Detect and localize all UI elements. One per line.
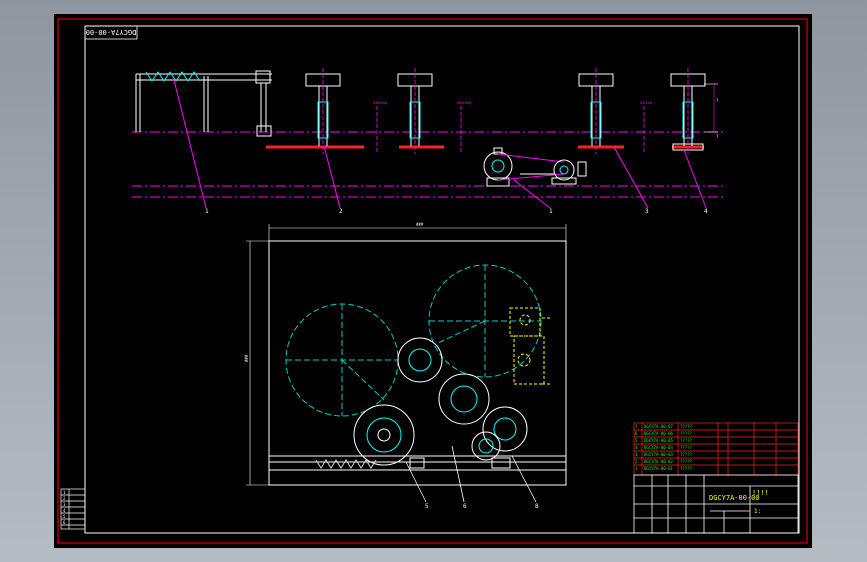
leader-1 [173,79,207,209]
parts-row-code: DGCY7A-00-02 [644,459,673,464]
parts-row-no: 3 [635,452,638,457]
cad-drawing: DGCY7A-00-00 xxxxxx xxxxxx xxxxx ? ? 1 2… [57,18,808,544]
revision-row: 1 [63,490,66,495]
balloon-top-5: 4 [704,208,708,215]
drive-unit-yellow [509,307,550,385]
balloon-bottom-8: 8 [535,503,539,510]
revision-row: 4 [63,508,66,513]
parts-row-code: DGCY7A-00-05 [644,438,673,443]
parts-row-name: ????? [680,466,693,471]
motor-gearbox [483,147,587,187]
balloon-bottom-6: 6 [463,503,467,510]
screw-conveyor-assembly [135,70,272,137]
parts-rows: 7 DGCY7A-00-07 ????? 6 DGCY7A-00-06 ????? 5 DGC… [635,424,693,471]
balloon-top-3: 1 [549,208,553,215]
parts-row-no: 7 [635,424,638,429]
revision-row: 3 [63,502,66,507]
dimension-label-1: ? [716,98,719,103]
parts-row-code: DGCY7A-00-06 [644,431,673,436]
parts-row-name: ????? [680,424,693,429]
parts-row-no: 4 [635,445,638,450]
parts-row-no: 5 [635,438,638,443]
parts-row-code: DGCY7A-00-03 [644,452,673,457]
dimension-label-2: ? [716,134,719,139]
balloon-top-4: 3 [645,208,649,215]
roller-stands [305,73,706,151]
revision-row: 6 [63,520,66,525]
reel-outlines [285,264,542,417]
parts-row-code: DGCY7A-00-07 [644,424,673,429]
balloon-top-2: 2 [339,208,343,215]
parts-row-no: 6 [635,431,638,436]
stamp-text: DGCY7A-00-00 [86,28,137,36]
drawing-sheet: DGCY7A-00-00 xxxxxx xxxxxx xxxxx ? ? 1 2… [54,14,812,548]
annotation-2: xxxxxx [457,100,472,105]
title-scale: 1: [754,508,761,515]
overall-height-dim: ### [244,354,249,362]
balloon-top-1: 1 [205,208,209,215]
balloon-bottom-5: 5 [425,503,429,510]
revision-row: 2 [63,496,66,501]
parts-row-code: DGCY7A-00-04 [644,445,673,450]
outer-frame [57,18,808,544]
parts-row-name: ????? [680,438,693,443]
revision-row: 5 [63,514,66,519]
annotation-3: xxxxx [640,100,653,105]
base-rail [269,455,566,471]
parts-row-code: DGCY7A-00-01 [644,466,673,471]
right-dimension [704,83,718,133]
overall-dimensions [246,224,567,486]
parts-row-name: ????? [680,431,693,436]
title-block [633,474,799,534]
bottom-leaders [405,445,537,503]
parts-row-name: ????? [680,452,693,457]
title-marks: !!!! [752,489,769,497]
overall-width-dim: ### [416,222,424,227]
parts-row-name: ????? [680,445,693,450]
annotation-1: xxxxxx [373,100,388,105]
parts-row-no: 2 [635,459,638,464]
parts-row-name: ????? [680,459,693,464]
stand-axes [322,68,689,154]
top-leaders [323,145,707,209]
parts-row-no: 1 [635,466,638,471]
